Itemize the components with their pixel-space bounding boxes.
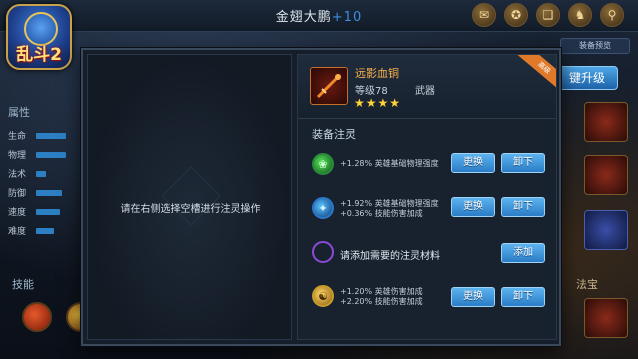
item-type: 武器: [415, 86, 435, 97]
remove-button[interactable]: 卸下: [501, 197, 545, 217]
add-material-hint: 请添加需要的注灵材料: [340, 251, 440, 262]
stat-row: 生命: [8, 126, 84, 145]
equipment-slot[interactable]: [584, 210, 628, 250]
remove-button[interactable]: 卸下: [501, 287, 545, 307]
hero-name: 金翅大鹏: [275, 10, 332, 25]
infuse-slot: ☯ +1.20% 英雄伤害加成 +2.20% 技能伤害加成 更换 卸下: [298, 277, 556, 319]
upgrade-all-button[interactable]: 键升级: [556, 66, 618, 90]
book-icon[interactable]: ❑: [536, 3, 560, 27]
compass-icon[interactable]: ✪: [504, 3, 528, 27]
app-logo: 乱斗2: [6, 4, 72, 70]
skill-icon[interactable]: [22, 302, 52, 332]
armor-icon[interactable]: ♞: [568, 3, 592, 27]
empty-slot-ring-icon[interactable]: [312, 241, 334, 263]
treasure-label: 法宝: [576, 278, 598, 291]
stat-bar: [36, 189, 62, 196]
section-title: 装备注灵: [312, 128, 356, 141]
slot-attribute: +1.92% 英雄基础物理强度: [340, 199, 439, 208]
stat-bar: [36, 170, 46, 177]
infuse-slot: ❀ +1.28% 英雄基础物理强度 更换 卸下: [298, 145, 556, 187]
app-brand: 乱斗2: [16, 45, 62, 65]
stat-row: 难度: [8, 221, 84, 240]
equipment-slot[interactable]: [584, 155, 628, 195]
treasure-slot[interactable]: [584, 298, 628, 338]
equipment-slot[interactable]: [584, 102, 628, 142]
replace-button[interactable]: 更换: [451, 153, 495, 173]
infuse-dialog: 请在右侧选择空槽进行注灵操作 远影血铜 等级78 武器 ★★★★ 高级 装备注灵…: [81, 48, 561, 346]
stat-bar: [36, 227, 54, 234]
hero-level: +10: [331, 10, 363, 25]
stat-row: 物理: [8, 145, 84, 164]
item-level: 等级78: [355, 86, 388, 97]
stat-bar: [36, 151, 66, 158]
scroll-icon[interactable]: ✉: [472, 3, 496, 27]
remove-button[interactable]: 卸下: [501, 153, 545, 173]
emblem-icon: [161, 166, 221, 226]
item-header: 远影血铜 等级78 武器 ★★★★ 高级: [298, 55, 556, 119]
stat-row: 法术: [8, 164, 84, 183]
top-bar: 金翅大鹏+10 ✉ ✪ ❑ ♞ ⚲: [0, 0, 638, 32]
equipment-preview-tab[interactable]: 装备预览: [560, 38, 630, 54]
slot-attribute: +1.20% 英雄伤害加成: [340, 287, 423, 296]
magnifier-icon[interactable]: ⚲: [600, 3, 624, 27]
weapon-icon[interactable]: [310, 67, 348, 105]
item-name: 远影血铜: [355, 67, 399, 80]
selection-hint: 请在右侧选择空槽进行注灵操作: [120, 204, 261, 215]
blue-spirit-orb-icon: ✦: [312, 197, 334, 219]
replace-button[interactable]: 更换: [451, 197, 495, 217]
stats-heading: 属性: [8, 106, 30, 119]
stat-row: 防御: [8, 183, 84, 202]
infuse-slot: ✦ +1.92% 英雄基础物理强度 +0.36% 技能伤害加成 更换 卸下: [298, 189, 556, 231]
stat-bar: [36, 208, 60, 215]
gold-spirit-orb-icon: ☯: [312, 285, 334, 307]
hero-stats: 属性 生命 物理 法术 防御 速度 难度: [8, 104, 84, 240]
skills-heading: 技能: [12, 278, 34, 291]
stat-bar: [36, 132, 66, 139]
selection-pane: 请在右侧选择空槽进行注灵操作: [87, 54, 292, 340]
add-button[interactable]: 添加: [501, 243, 545, 263]
quality-ribbon: 高级: [516, 55, 556, 93]
slot-attribute: +0.36% 技能伤害加成: [340, 209, 423, 218]
stat-row: 速度: [8, 202, 84, 221]
green-spirit-orb-icon: ❀: [312, 153, 334, 175]
slot-attribute: +1.28% 英雄基础物理强度: [340, 159, 439, 168]
slot-attribute: +2.20% 技能伤害加成: [340, 297, 423, 306]
infuse-slot-empty: 请添加需要的注灵材料 添加: [298, 233, 556, 275]
replace-button[interactable]: 更换: [451, 287, 495, 307]
item-stars: ★★★★: [354, 96, 402, 110]
infuse-pane: 远影血铜 等级78 武器 ★★★★ 高级 装备注灵 ❀ +1.28% 英雄基础物…: [297, 54, 557, 340]
